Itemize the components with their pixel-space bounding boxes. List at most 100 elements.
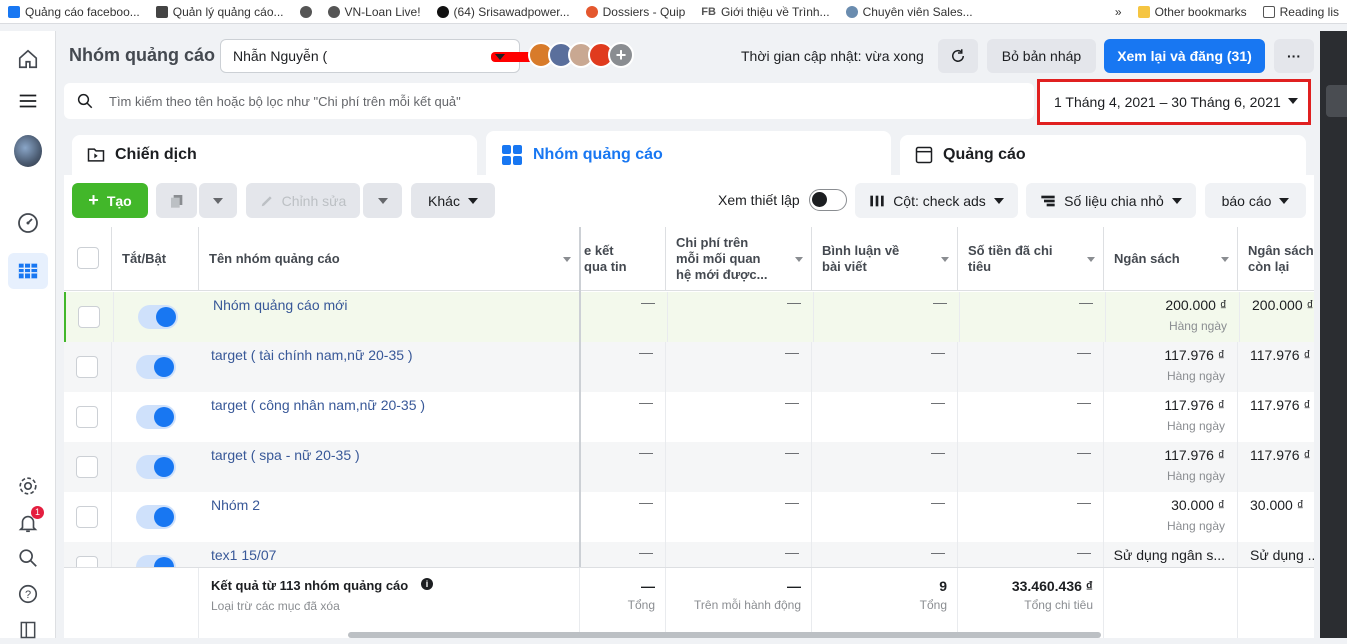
table-row[interactable]: target ( công nhân nam,nữ 20-35 ) — — — — 117… <box>64 392 1314 442</box>
table-row[interactable]: target ( tài chính nam,nữ 20-35 ) — — — — 117… <box>64 342 1314 392</box>
bookmark-item[interactable] <box>292 5 320 18</box>
bookmark-item[interactable]: FB Giới thiệu về Trình... <box>693 5 837 19</box>
account-selector[interactable]: Nhẫn Nguyễn ( <box>220 39 619 73</box>
more-bookmarks-button[interactable]: » <box>1107 5 1130 19</box>
info-icon[interactable]: i <box>421 578 433 590</box>
select-cell <box>64 342 112 392</box>
create-button[interactable]: + Tạo <box>72 183 148 218</box>
other-bookmarks[interactable]: Other bookmarks <box>1130 5 1255 19</box>
ad-set-toggle[interactable] <box>136 455 176 479</box>
remaining-cell: 117.976 ₫ <box>1238 392 1314 442</box>
metric-cell: — <box>666 392 812 442</box>
bookmark-label: (64) Srisawadpower... <box>453 4 570 19</box>
header-name[interactable]: Tên nhóm quảng cáo <box>199 227 580 291</box>
header-remaining[interactable]: Ngân sách còn lại <box>1238 227 1314 291</box>
ad-set-toggle[interactable] <box>136 405 176 429</box>
search-icon[interactable] <box>14 544 42 572</box>
select-cell <box>64 492 112 542</box>
review-publish-button[interactable]: Xem lại và đăng (31) <box>1104 39 1265 73</box>
help-icon[interactable]: ? <box>14 580 42 608</box>
metric-cell: — <box>812 492 958 542</box>
header-spent[interactable]: Số tiền đã chi tiêu <box>958 227 1104 291</box>
metric-cell: — <box>812 442 958 492</box>
header-label: Ngân sách còn lại <box>1248 242 1314 274</box>
table-row[interactable]: Nhóm quảng cáo mới — — — — 200.000 ₫ Hàng ngày… <box>64 292 1314 342</box>
chart-icon[interactable] <box>1326 85 1347 117</box>
bookmark-item[interactable]: (64) Srisawadpower... <box>429 5 578 19</box>
campaign-folder-icon <box>87 148 105 162</box>
duplicate-dropdown[interactable] <box>199 183 237 218</box>
select-all-checkbox[interactable] <box>77 247 99 269</box>
summary-comments: 9 Tổng <box>812 568 958 638</box>
empty-value: — <box>639 544 653 560</box>
shield-icon <box>845 5 858 18</box>
empty-value: — <box>1077 344 1091 360</box>
row-checkbox[interactable] <box>76 506 98 528</box>
date-range-picker[interactable]: 1 Tháng 4, 2021 – 30 Tháng 6, 2021 <box>1037 79 1311 125</box>
avatar[interactable] <box>14 135 42 167</box>
ad-set-name-link[interactable]: Nhóm 2 <box>211 497 260 513</box>
left-nav: 1 ? <box>0 31 56 639</box>
bookmark-item[interactable]: Chuyên viên Sales... <box>838 5 981 19</box>
bookmark-item[interactable]: VN-Loan Live! <box>320 5 429 19</box>
grid-icon <box>502 145 522 165</box>
summary-spent: 33.460.436 ₫ Tổng chi tiêu <box>958 568 1104 638</box>
empty-value: — <box>785 544 799 560</box>
dashboard-icon[interactable] <box>14 209 42 237</box>
view-setup-toggle[interactable] <box>809 189 847 211</box>
refresh-button[interactable] <box>938 39 978 73</box>
gear-icon[interactable] <box>14 472 42 500</box>
ad-set-toggle[interactable] <box>136 505 176 529</box>
bookmark-item[interactable]: Quản lý quảng cáo... <box>148 5 292 19</box>
search-input[interactable]: Tìm kiếm theo tên hoặc bộ lọc như "Chi p… <box>64 83 1034 119</box>
more-options-button[interactable]: ··· <box>1274 39 1314 73</box>
horizontal-scrollbar[interactable] <box>348 632 1101 638</box>
row-checkbox[interactable] <box>76 456 98 478</box>
header-comments[interactable]: Bình luận về bài viết <box>812 227 958 291</box>
table-row[interactable]: target ( spa - nữ 20-35 ) — — — — 117.976 ₫ Hà… <box>64 442 1314 492</box>
metric-cell: — <box>580 392 666 442</box>
account-avatars[interactable]: + <box>528 42 634 68</box>
duplicate-button[interactable] <box>156 183 197 218</box>
ads-manager-table-icon[interactable] <box>8 253 48 289</box>
row-checkbox[interactable] <box>78 306 100 328</box>
breakdown-label: Số liệu chia nhỏ <box>1064 192 1164 209</box>
breakdown-button[interactable]: Số liệu chia nhỏ <box>1026 183 1196 218</box>
ad-set-name-link[interactable]: tex1 15/07 <box>211 547 276 563</box>
ad-set-toggle[interactable] <box>136 355 176 379</box>
empty-value: — <box>641 294 655 310</box>
edit-dropdown[interactable] <box>363 183 402 218</box>
home-icon[interactable] <box>14 45 42 73</box>
columns-button[interactable]: Cột: check ads <box>855 183 1018 218</box>
row-checkbox[interactable] <box>76 406 98 428</box>
bookmark-item[interactable]: Quảng cáo faceboo... <box>0 5 148 19</box>
metric-cell: — <box>666 342 812 392</box>
ad-set-name-link[interactable]: target ( công nhân nam,nữ 20-35 ) <box>211 397 425 413</box>
discard-draft-button[interactable]: Bỏ bản nháp <box>987 39 1096 73</box>
summary-budget <box>1104 568 1238 638</box>
header-results[interactable]: e kết qua tin <box>580 227 666 291</box>
table-row[interactable]: Nhóm 2 — — — — 30.000 ₫ Hàng ngày 30.000 ₫ <box>64 492 1314 542</box>
ad-set-toggle[interactable] <box>138 305 178 329</box>
edit-button[interactable]: Chỉnh sửa <box>246 183 360 218</box>
tab-ads[interactable]: Quảng cáo <box>900 135 1306 175</box>
header-cost[interactable]: Chi phí trên mỗi mối quan hệ mới được... <box>666 227 812 291</box>
refresh-icon <box>952 49 964 62</box>
menu-icon[interactable] <box>14 87 42 115</box>
more-actions-button[interactable]: Khác <box>411 183 495 218</box>
header-budget[interactable]: Ngân sách <box>1104 227 1238 291</box>
tab-ad-sets[interactable]: Nhóm quảng cáo <box>486 131 891 179</box>
bookmark-item[interactable]: Dossiers - Quip <box>578 5 694 19</box>
report-icon[interactable] <box>14 616 42 644</box>
tab-campaigns[interactable]: Chiến dịch <box>72 135 477 175</box>
ad-set-name-link[interactable]: target ( tài chính nam,nữ 20-35 ) <box>211 347 413 363</box>
add-account-icon[interactable]: + <box>608 42 634 68</box>
search-placeholder: Tìm kiếm theo tên hoặc bộ lọc như "Chi p… <box>109 93 461 109</box>
ad-set-name-link[interactable]: Nhóm quảng cáo mới <box>213 297 347 313</box>
row-checkbox[interactable] <box>76 356 98 378</box>
metric-cell: — <box>666 442 812 492</box>
reading-list[interactable]: Reading lis <box>1255 5 1347 19</box>
reports-button[interactable]: báo cáo <box>1205 183 1306 218</box>
bell-icon[interactable]: 1 <box>14 506 44 537</box>
ad-set-name-link[interactable]: target ( spa - nữ 20-35 ) <box>211 447 360 463</box>
